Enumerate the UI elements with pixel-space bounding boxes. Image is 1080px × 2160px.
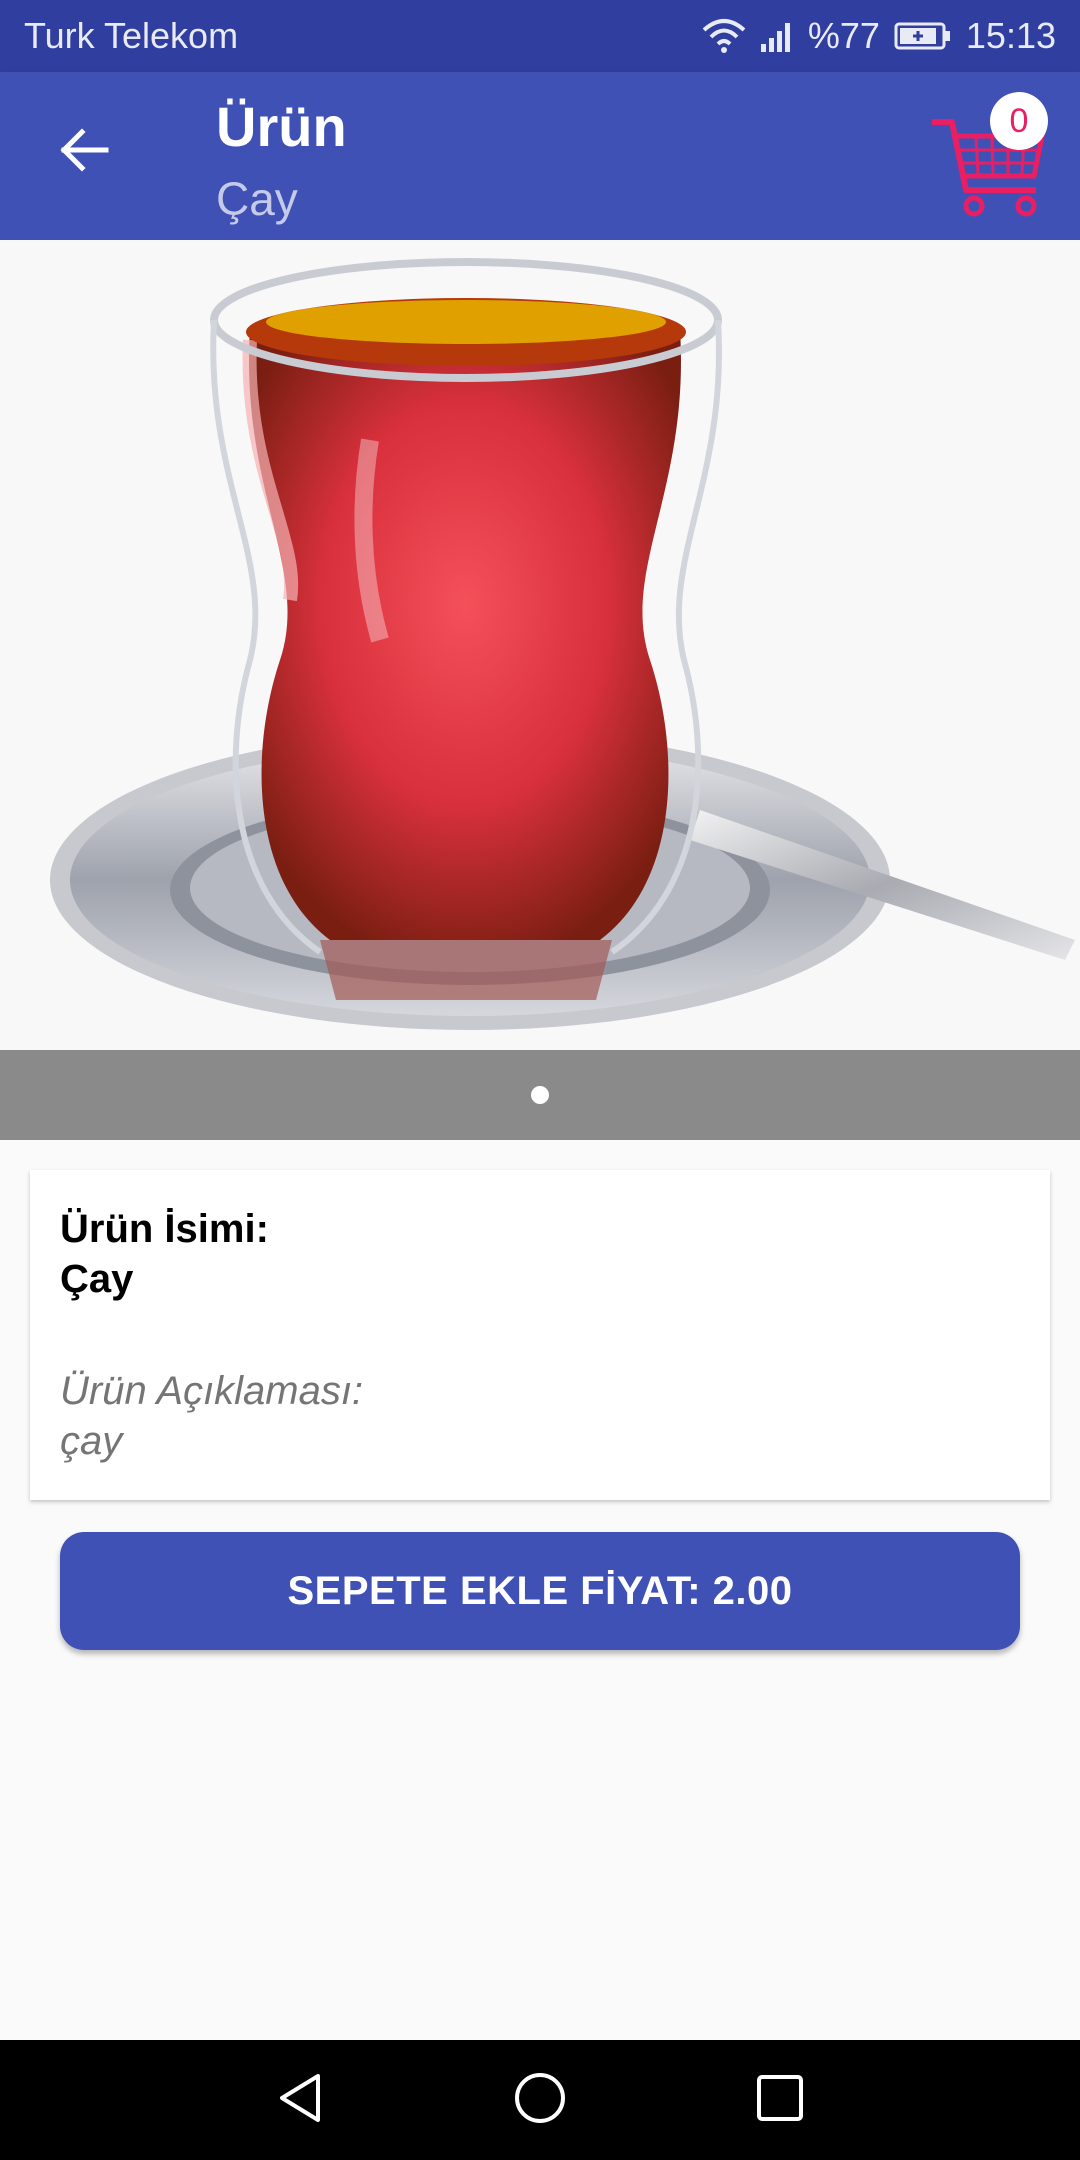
nav-back-icon: [272, 2070, 328, 2131]
page-subtitle: Çay: [216, 173, 298, 225]
status-indicators: %77 15:13: [702, 15, 1056, 57]
cart-count-badge: 0: [990, 92, 1048, 150]
product-description-label: Ürün Açıklaması:: [60, 1369, 364, 1413]
nav-home-icon: [512, 2070, 568, 2131]
product-detail-screen: Turk Telekom %77 15:13 Ürün Çay 0 Ürün İ…: [0, 0, 1080, 2160]
app-bar: Ürün Çay 0: [0, 72, 1080, 240]
nav-recents-button[interactable]: [740, 2060, 820, 2140]
signal-icon: [760, 20, 794, 52]
tea-glass-image: [50, 258, 1075, 1030]
carrier-name: Turk Telekom: [24, 15, 239, 56]
product-image-slider[interactable]: [0, 240, 1080, 1050]
pager-dot-active[interactable]: [531, 1086, 549, 1104]
product-name-label: Ürün İsimi:: [60, 1207, 269, 1251]
battery-percent: %77: [807, 15, 880, 56]
nav-home-button[interactable]: [500, 2060, 580, 2140]
status-bar: Turk Telekom %77 15:13: [0, 0, 1080, 72]
cart-button[interactable]: 0: [930, 92, 1050, 222]
nav-recents-icon: [752, 2070, 808, 2131]
arrow-back-icon: [56, 122, 112, 183]
page-title: Ürün: [216, 95, 347, 158]
product-name-value: Çay: [60, 1257, 134, 1301]
back-button[interactable]: [40, 108, 128, 196]
product-info-card: Ürün İsimi: Çay Ürün Açıklaması: çay: [30, 1170, 1050, 1500]
battery-charging-icon: [894, 22, 952, 50]
image-pager: [0, 1050, 1080, 1140]
wifi-icon: [702, 18, 746, 54]
nav-back-button[interactable]: [260, 2060, 340, 2140]
system-nav-bar: [0, 2040, 1080, 2160]
clock: 15:13: [965, 15, 1056, 56]
add-to-cart-button[interactable]: SEPETE EKLE FİYAT: 2.00: [60, 1532, 1020, 1650]
product-description-value: çay: [60, 1419, 123, 1463]
